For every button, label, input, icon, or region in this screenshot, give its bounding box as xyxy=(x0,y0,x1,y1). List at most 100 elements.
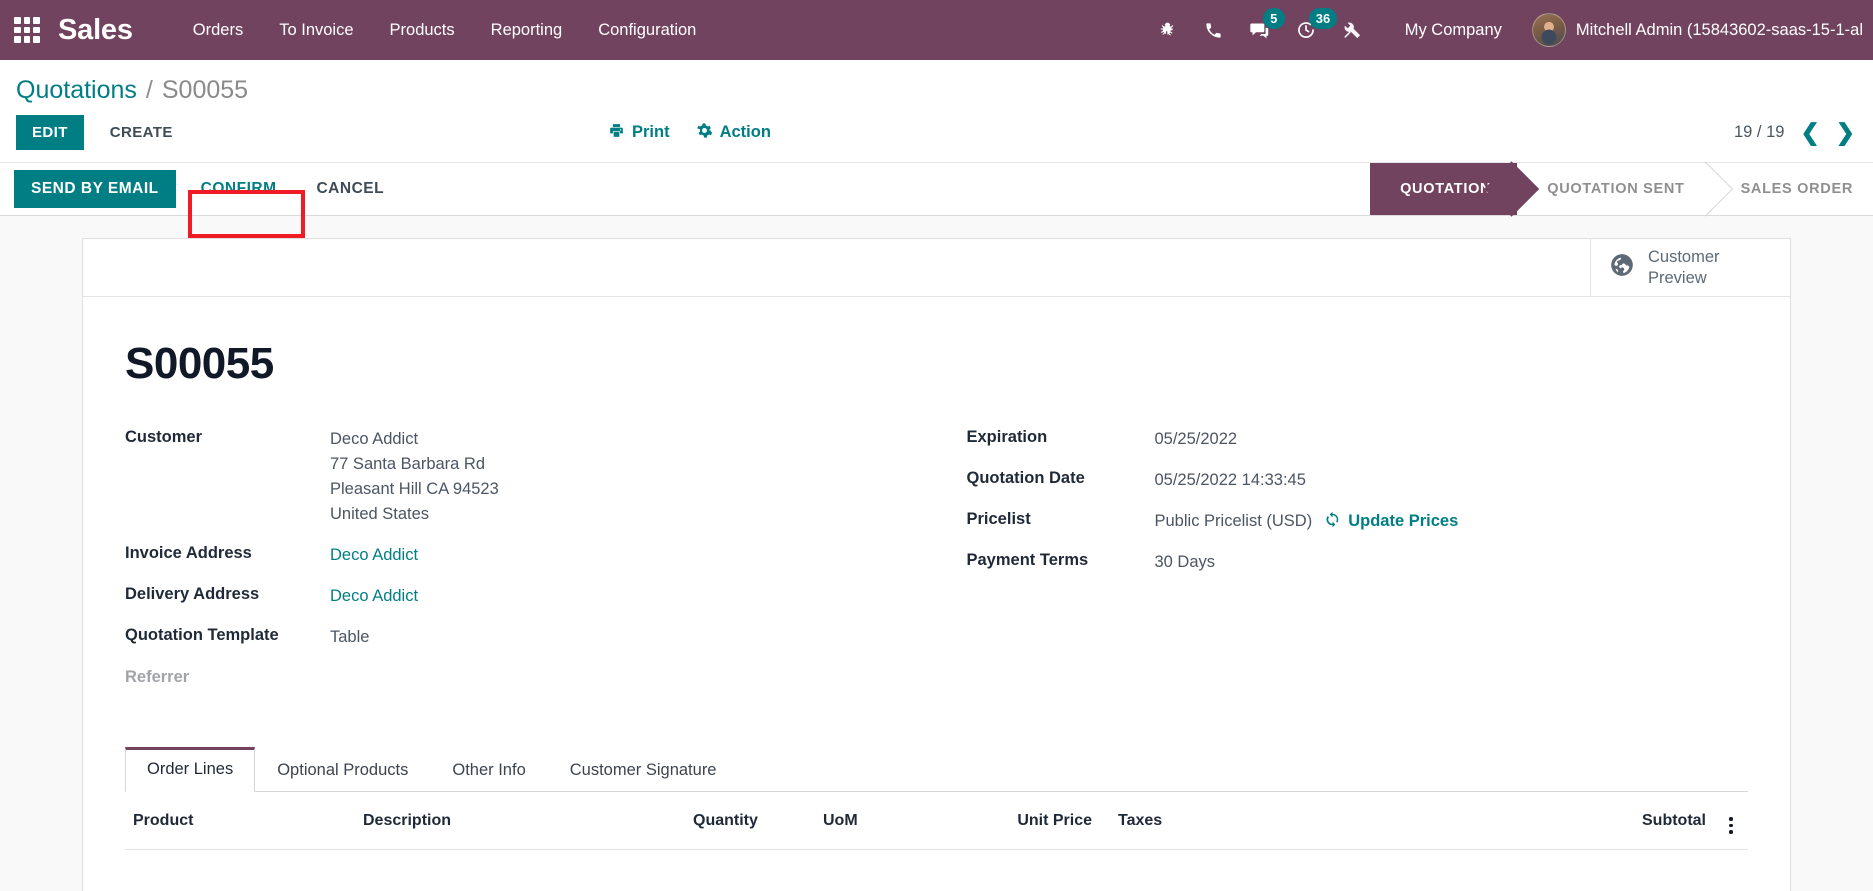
field-label-expiration: Expiration xyxy=(966,428,1048,446)
create-button[interactable]: CREATE xyxy=(94,115,189,150)
messages-badge: 5 xyxy=(1262,8,1285,29)
col-header-uom[interactable]: UoM xyxy=(815,791,985,850)
field-label-quotation-template: Quotation Template xyxy=(125,626,279,645)
pager-counter: 19 / 19 xyxy=(1733,123,1785,141)
field-label-invoice-address: Invoice Address xyxy=(125,544,252,563)
bug-icon[interactable] xyxy=(1145,0,1191,60)
form-left-column: Customer Deco Addict 77 Santa Barbara Rd… xyxy=(125,427,907,703)
print-label: Print xyxy=(632,123,670,141)
printer-icon xyxy=(608,122,625,144)
phone-icon[interactable] xyxy=(1191,0,1237,60)
statusbar: SEND BY EMAIL CONFIRM CANCEL QUOTATION Q… xyxy=(0,162,1873,216)
pager: 19 / 19 ❮ ❯ xyxy=(1734,121,1857,144)
sheet-body: S00055 Customer Deco Addict 77 Santa Bar… xyxy=(83,297,1790,850)
col-header-taxes[interactable]: Taxes xyxy=(1100,791,1360,850)
menu-item-to-invoice[interactable]: To Invoice xyxy=(261,13,371,48)
control-panel: EDIT CREATE Print Action 19 / 19 ❮ ❯ xyxy=(0,105,1873,162)
quotation-date-value[interactable]: 05/25/2022 14:33:45 xyxy=(1155,468,1306,493)
user-menu[interactable]: Mitchell Admin (15843602-saas-15-1-al xyxy=(1518,13,1863,47)
delivery-address-link[interactable]: Deco Addict xyxy=(330,584,418,609)
stage-quotation[interactable]: QUOTATION xyxy=(1370,163,1518,215)
payment-terms-value[interactable]: 30 Days xyxy=(1155,550,1216,575)
field-expiration: Expiration 05/25/2022 xyxy=(967,427,1749,452)
top-navbar: Sales Orders To Invoice Products Reporti… xyxy=(0,0,1873,60)
main-menu: Orders To Invoice Products Reporting Con… xyxy=(175,13,715,48)
activities-clock-icon[interactable]: 36 xyxy=(1283,0,1338,60)
tools-icon[interactable] xyxy=(1329,0,1375,60)
expiration-value[interactable]: 05/25/2022 xyxy=(1155,427,1238,452)
tab-other-info[interactable]: Other Info xyxy=(430,748,547,792)
field-quotation-template: Quotation Template Table xyxy=(125,625,907,650)
menu-item-reporting[interactable]: Reporting xyxy=(473,13,581,48)
col-header-unit-price[interactable]: Unit Price xyxy=(985,791,1100,850)
form-right-column: Expiration 05/25/2022 Quotation Date 05/… xyxy=(967,427,1749,703)
cancel-button[interactable]: CANCEL xyxy=(301,170,399,208)
company-selector[interactable]: My Company xyxy=(1389,13,1518,48)
customer-preview-label: Customer Preview xyxy=(1648,248,1720,287)
customer-link[interactable]: Deco Addict xyxy=(330,427,499,452)
record-title: S00055 xyxy=(125,339,274,388)
apps-grid-icon[interactable] xyxy=(14,17,40,43)
order-lines-table-head: Product Description Quantity UoM Unit Pr… xyxy=(125,791,1748,850)
field-quotation-date: Quotation Date 05/25/2022 14:33:45 xyxy=(967,468,1749,493)
customer-address-line-3: United States xyxy=(330,505,430,524)
order-lines-table: Product Description Quantity UoM Unit Pr… xyxy=(125,791,1748,850)
menu-item-products[interactable]: Products xyxy=(372,13,473,48)
vertical-dots-icon[interactable] xyxy=(1729,817,1733,834)
customer-preview-button[interactable]: Customer Preview xyxy=(1590,239,1790,296)
pricelist-value[interactable]: Public Pricelist (USD) xyxy=(1155,509,1313,534)
menu-item-configuration[interactable]: Configuration xyxy=(580,13,714,48)
customer-address-line-2: Pleasant Hill CA 94523 xyxy=(330,480,499,499)
field-delivery-address: Delivery Address Deco Addict xyxy=(125,584,907,609)
stage-sales-order[interactable]: SALES ORDER xyxy=(1710,163,1873,215)
col-header-quantity[interactable]: Quantity xyxy=(685,791,815,850)
field-label-quotation-date: Quotation Date xyxy=(966,469,1085,488)
field-customer: Customer Deco Addict 77 Santa Barbara Rd… xyxy=(125,427,907,527)
customer-address-line-1: 77 Santa Barbara Rd xyxy=(330,455,486,474)
confirm-button[interactable]: CONFIRM xyxy=(186,170,292,208)
globe-icon xyxy=(1609,252,1635,283)
col-header-options[interactable] xyxy=(1714,791,1748,850)
chevron-right-icon[interactable]: ❯ xyxy=(1836,121,1855,144)
edit-button[interactable]: EDIT xyxy=(16,115,84,150)
app-brand-sales[interactable]: Sales xyxy=(58,14,133,47)
send-by-email-button[interactable]: SEND BY EMAIL xyxy=(14,170,176,208)
menu-item-orders[interactable]: Orders xyxy=(175,13,261,48)
avatar xyxy=(1531,13,1566,47)
field-label-referrer: Referrer xyxy=(125,667,190,686)
field-label-delivery-address: Delivery Address xyxy=(125,585,260,604)
tab-optional-products[interactable]: Optional Products xyxy=(255,748,430,792)
print-menu-button[interactable]: Print xyxy=(608,122,670,144)
chevron-left-icon[interactable]: ❮ xyxy=(1800,121,1819,144)
quotation-template-value[interactable]: Table xyxy=(330,625,369,650)
messages-icon[interactable]: 5 xyxy=(1237,0,1285,60)
field-payment-terms: Payment Terms 30 Days xyxy=(967,550,1749,575)
invoice-address-link[interactable]: Deco Addict xyxy=(330,543,418,568)
stage-pipeline: QUOTATION QUOTATION SENT SALES ORDER xyxy=(1370,163,1873,215)
col-header-subtotal[interactable]: Subtotal xyxy=(1360,791,1714,850)
field-invoice-address: Invoice Address Deco Addict xyxy=(125,543,907,568)
breadcrumb-parent-quotations[interactable]: Quotations xyxy=(16,76,137,105)
field-label-payment-terms: Payment Terms xyxy=(966,551,1089,570)
breadcrumb: Quotations / S00055 xyxy=(0,60,1873,105)
field-label-pricelist: Pricelist xyxy=(966,510,1031,529)
field-label-customer: Customer xyxy=(125,428,203,446)
col-header-description[interactable]: Description xyxy=(355,791,685,850)
update-prices-button[interactable]: Update Prices xyxy=(1324,511,1458,533)
breadcrumb-separator: / xyxy=(145,76,153,104)
notebook-tabs: Order Lines Optional Products Other Info… xyxy=(125,746,1748,792)
stage-quotation-sent[interactable]: QUOTATION SENT xyxy=(1517,163,1711,215)
gear-icon xyxy=(696,122,713,144)
update-prices-label: Update Prices xyxy=(1348,512,1459,531)
notebook: Order Lines Optional Products Other Info… xyxy=(125,746,1748,850)
tab-order-lines[interactable]: Order Lines xyxy=(125,746,256,792)
action-menu-button[interactable]: Action xyxy=(696,122,771,144)
navbar-right-tools: 5 36 My Company Mitchell Admin (15843602… xyxy=(1145,0,1863,60)
col-header-product[interactable]: Product xyxy=(125,791,355,850)
action-label: Action xyxy=(719,123,771,141)
field-referrer: Referrer xyxy=(125,667,907,687)
tab-customer-signature[interactable]: Customer Signature xyxy=(548,748,739,792)
control-panel-dropdowns: Print Action xyxy=(608,122,771,144)
form-fields-grid: Customer Deco Addict 77 Santa Barbara Rd… xyxy=(125,427,1748,703)
statbox-row: Customer Preview xyxy=(83,239,1790,297)
